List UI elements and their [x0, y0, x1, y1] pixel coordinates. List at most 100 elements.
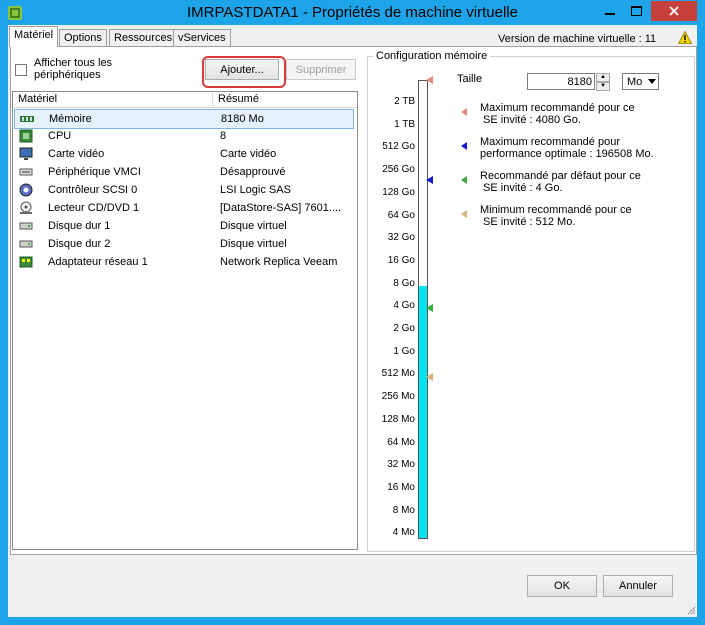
table-row[interactable]: Contrôleur SCSI 0 LSI Logic SAS — [14, 181, 354, 199]
hard-disk-icon — [19, 237, 33, 251]
vmci-device-icon — [19, 165, 33, 179]
scale-tick-label: 512 Mo — [381, 368, 415, 380]
scale-tick-label: 1 Go — [393, 345, 415, 357]
memory-size-spinner[interactable]: ▲ ▼ — [596, 73, 610, 91]
scale-tick-label: 256 Go — [382, 164, 415, 176]
table-row[interactable]: Disque dur 2 Disque virtuel — [14, 235, 354, 253]
close-icon — [669, 5, 679, 16]
network-adapter-icon — [19, 255, 33, 269]
row-summary: Disque virtuel — [220, 220, 287, 232]
scale-tick-label: 16 Go — [387, 254, 415, 266]
scale-tick-label: 1 TB — [394, 118, 415, 130]
row-hardware-name: CPU — [48, 130, 72, 142]
cancel-button[interactable]: Annuler — [603, 575, 673, 597]
scale-marker-icon — [426, 76, 433, 84]
cd-dvd-icon — [19, 201, 33, 215]
memory-unit-select[interactable]: Mo — [622, 73, 659, 90]
resize-grip-icon[interactable] — [686, 605, 696, 615]
scale-tick-label: 512 Go — [382, 141, 415, 153]
show-all-devices-label: Afficher tous les périphériques — [34, 57, 113, 81]
table-row[interactable]: CPU 8 — [14, 127, 354, 145]
chevron-down-icon — [648, 79, 656, 84]
spin-up-icon[interactable]: ▲ — [596, 73, 610, 82]
scale-marker-icon — [426, 373, 433, 381]
remove-button[interactable]: Supprimer — [286, 59, 356, 80]
hardware-list[interactable]: Matériel Résumé Mémoire 8180 Mo CPU 8 Carte … — [12, 91, 358, 550]
scale-tick-label: 32 Mo — [387, 459, 415, 471]
minimize-button[interactable] — [597, 1, 623, 21]
row-hardware-name: Carte vidéo — [48, 148, 105, 160]
maximize-icon — [631, 5, 642, 16]
maximize-button[interactable] — [623, 1, 650, 21]
table-row[interactable]: Adaptateur réseau 1 Network Replica Veeam — [14, 253, 354, 271]
row-summary: 8180 Mo — [221, 113, 264, 125]
legend-marker-icon — [461, 210, 467, 218]
scale-marker-icon — [426, 304, 433, 312]
close-button[interactable] — [651, 1, 697, 21]
table-row[interactable]: Mémoire 8180 Mo — [14, 109, 354, 129]
legend-marker-icon — [461, 108, 467, 116]
scale-tick-label: 4 Go — [393, 300, 415, 312]
scale-tick-label: 128 Go — [382, 186, 415, 198]
column-divider[interactable] — [212, 92, 213, 107]
scale-tick-label: 8 Mo — [392, 504, 415, 516]
legend-text: Maximum recommandé pour performance opti… — [480, 136, 654, 160]
memory-icon — [20, 112, 34, 126]
memory-size-input[interactable] — [527, 73, 595, 90]
warning-icon[interactable] — [678, 31, 692, 44]
vm-version-label: Version de machine virtuelle : 11 — [498, 33, 657, 45]
column-header-summary[interactable]: Résumé — [218, 93, 259, 105]
table-row[interactable]: Périphérique VMCI Désapprouvé — [14, 163, 354, 181]
legend-marker-icon — [461, 176, 467, 184]
row-summary: Disque virtuel — [220, 238, 287, 250]
title-bar[interactable]: IMRPASTDATA1 - Propriétés de machine vir… — [1, 1, 704, 25]
properties-window: IMRPASTDATA1 - Propriétés de machine vir… — [0, 0, 705, 625]
row-summary: LSI Logic SAS — [220, 184, 291, 196]
row-hardware-name: Contrôleur SCSI 0 — [48, 184, 138, 196]
tab-vservices[interactable]: vServices — [173, 29, 231, 47]
memory-unit-value: Mo — [627, 76, 643, 88]
table-row[interactable]: Carte vidéo Carte vidéo — [14, 145, 354, 163]
scsi-controller-icon — [19, 183, 33, 197]
spin-down-icon[interactable]: ▼ — [596, 82, 610, 91]
row-summary: Carte vidéo — [220, 148, 277, 160]
size-label: Taille — [457, 73, 483, 85]
tab-materiel[interactable]: Matériel — [9, 26, 59, 47]
row-hardware-name: Périphérique VMCI — [48, 166, 141, 178]
row-hardware-name: Disque dur 2 — [48, 238, 111, 250]
ok-button[interactable]: OK — [527, 575, 597, 597]
legend-text: Maximum recommandé pour ce SE invité : 4… — [480, 102, 635, 126]
row-hardware-name: Adaptateur réseau 1 — [48, 256, 148, 268]
table-row[interactable]: Lecteur CD/DVD 1 [DataStore-SAS] 7601.... — [14, 199, 354, 217]
column-header-hardware[interactable]: Matériel — [18, 93, 57, 105]
tab-ressources[interactable]: Ressources — [109, 29, 178, 47]
scale-tick-label: 64 Mo — [387, 436, 415, 448]
scale-tick-label: 2 Go — [393, 323, 415, 334]
scale-tick-label: 64 Go — [387, 209, 415, 221]
row-hardware-name: Mémoire — [49, 113, 92, 125]
table-row[interactable]: Disque dur 1 Disque virtuel — [14, 217, 354, 235]
row-summary: Network Replica Veeam — [220, 256, 338, 268]
row-summary: 8 — [220, 130, 227, 142]
dialog-client-area: Matériel Options Ressources vServices Ve… — [8, 25, 697, 617]
row-hardware-name: Lecteur CD/DVD 1 — [48, 202, 140, 214]
scale-tick-label: 128 Mo — [381, 413, 415, 425]
show-all-devices-checkbox[interactable] — [15, 64, 27, 76]
row-summary: Désapprouvé — [220, 166, 286, 178]
monitor-icon — [19, 147, 33, 161]
scale-marker-icon — [426, 176, 433, 184]
memory-config-title: Configuration mémoire — [373, 50, 491, 62]
memory-scale-fill — [419, 285, 427, 538]
scale-tick-label: 2 TB — [394, 96, 415, 107]
legend-text: Minimum recommandé pour ce SE invité : 5… — [480, 204, 632, 228]
tab-options[interactable]: Options — [59, 29, 107, 47]
add-button[interactable]: Ajouter... — [205, 59, 279, 80]
scale-tick-label: 16 Mo — [387, 481, 415, 493]
row-hardware-name: Disque dur 1 — [48, 220, 111, 232]
legend-text: Recommandé par défaut pour ce SE invité … — [480, 170, 641, 194]
hard-disk-icon — [19, 219, 33, 233]
list-header: Matériel Résumé — [13, 92, 357, 108]
scale-tick-label: 256 Mo — [381, 391, 415, 403]
memory-config-group — [367, 56, 695, 552]
scale-tick-label: 32 Go — [387, 232, 415, 244]
